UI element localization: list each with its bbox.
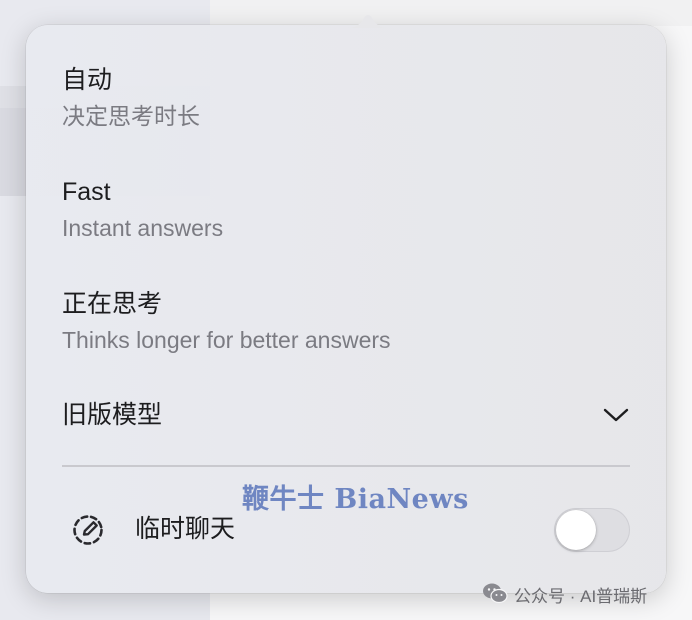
dashed-bubble-pen-icon bbox=[72, 513, 106, 547]
legacy-models-row[interactable]: 旧版模型 bbox=[62, 400, 630, 430]
option-title: 正在思考 bbox=[62, 290, 163, 318]
option-auto[interactable]: 自动 决定思考时长 bbox=[62, 65, 630, 130]
legacy-models-label: 旧版模型 bbox=[62, 401, 163, 429]
menu-divider bbox=[62, 465, 630, 467]
option-title: 自动 bbox=[62, 66, 113, 94]
temporary-chat-label: 临时聊天 bbox=[135, 515, 236, 543]
chevron-down-icon[interactable] bbox=[602, 405, 630, 425]
option-subtitle: 决定思考时长 bbox=[62, 103, 200, 129]
model-picker-popover: 自动 决定思考时长 Fast Instant answers 正在思考 Thin… bbox=[26, 15, 666, 593]
option-subtitle: Instant answers bbox=[62, 215, 224, 241]
credit-text: 公众号 · AI普瑞斯 bbox=[514, 587, 648, 606]
toggle-knob[interactable] bbox=[556, 510, 596, 550]
temporary-chat-row[interactable]: 临时聊天 bbox=[62, 505, 630, 553]
background-topbar bbox=[210, 0, 692, 26]
option-title: Fast bbox=[62, 178, 111, 206]
option-subtitle: Thinks longer for better answers bbox=[62, 327, 391, 353]
wechat-icon bbox=[482, 582, 508, 604]
option-fast[interactable]: Fast Instant answers bbox=[62, 177, 630, 242]
option-thinking[interactable]: 正在思考 Thinks longer for better answers bbox=[62, 289, 630, 354]
temporary-chat-toggle[interactable] bbox=[554, 508, 630, 552]
